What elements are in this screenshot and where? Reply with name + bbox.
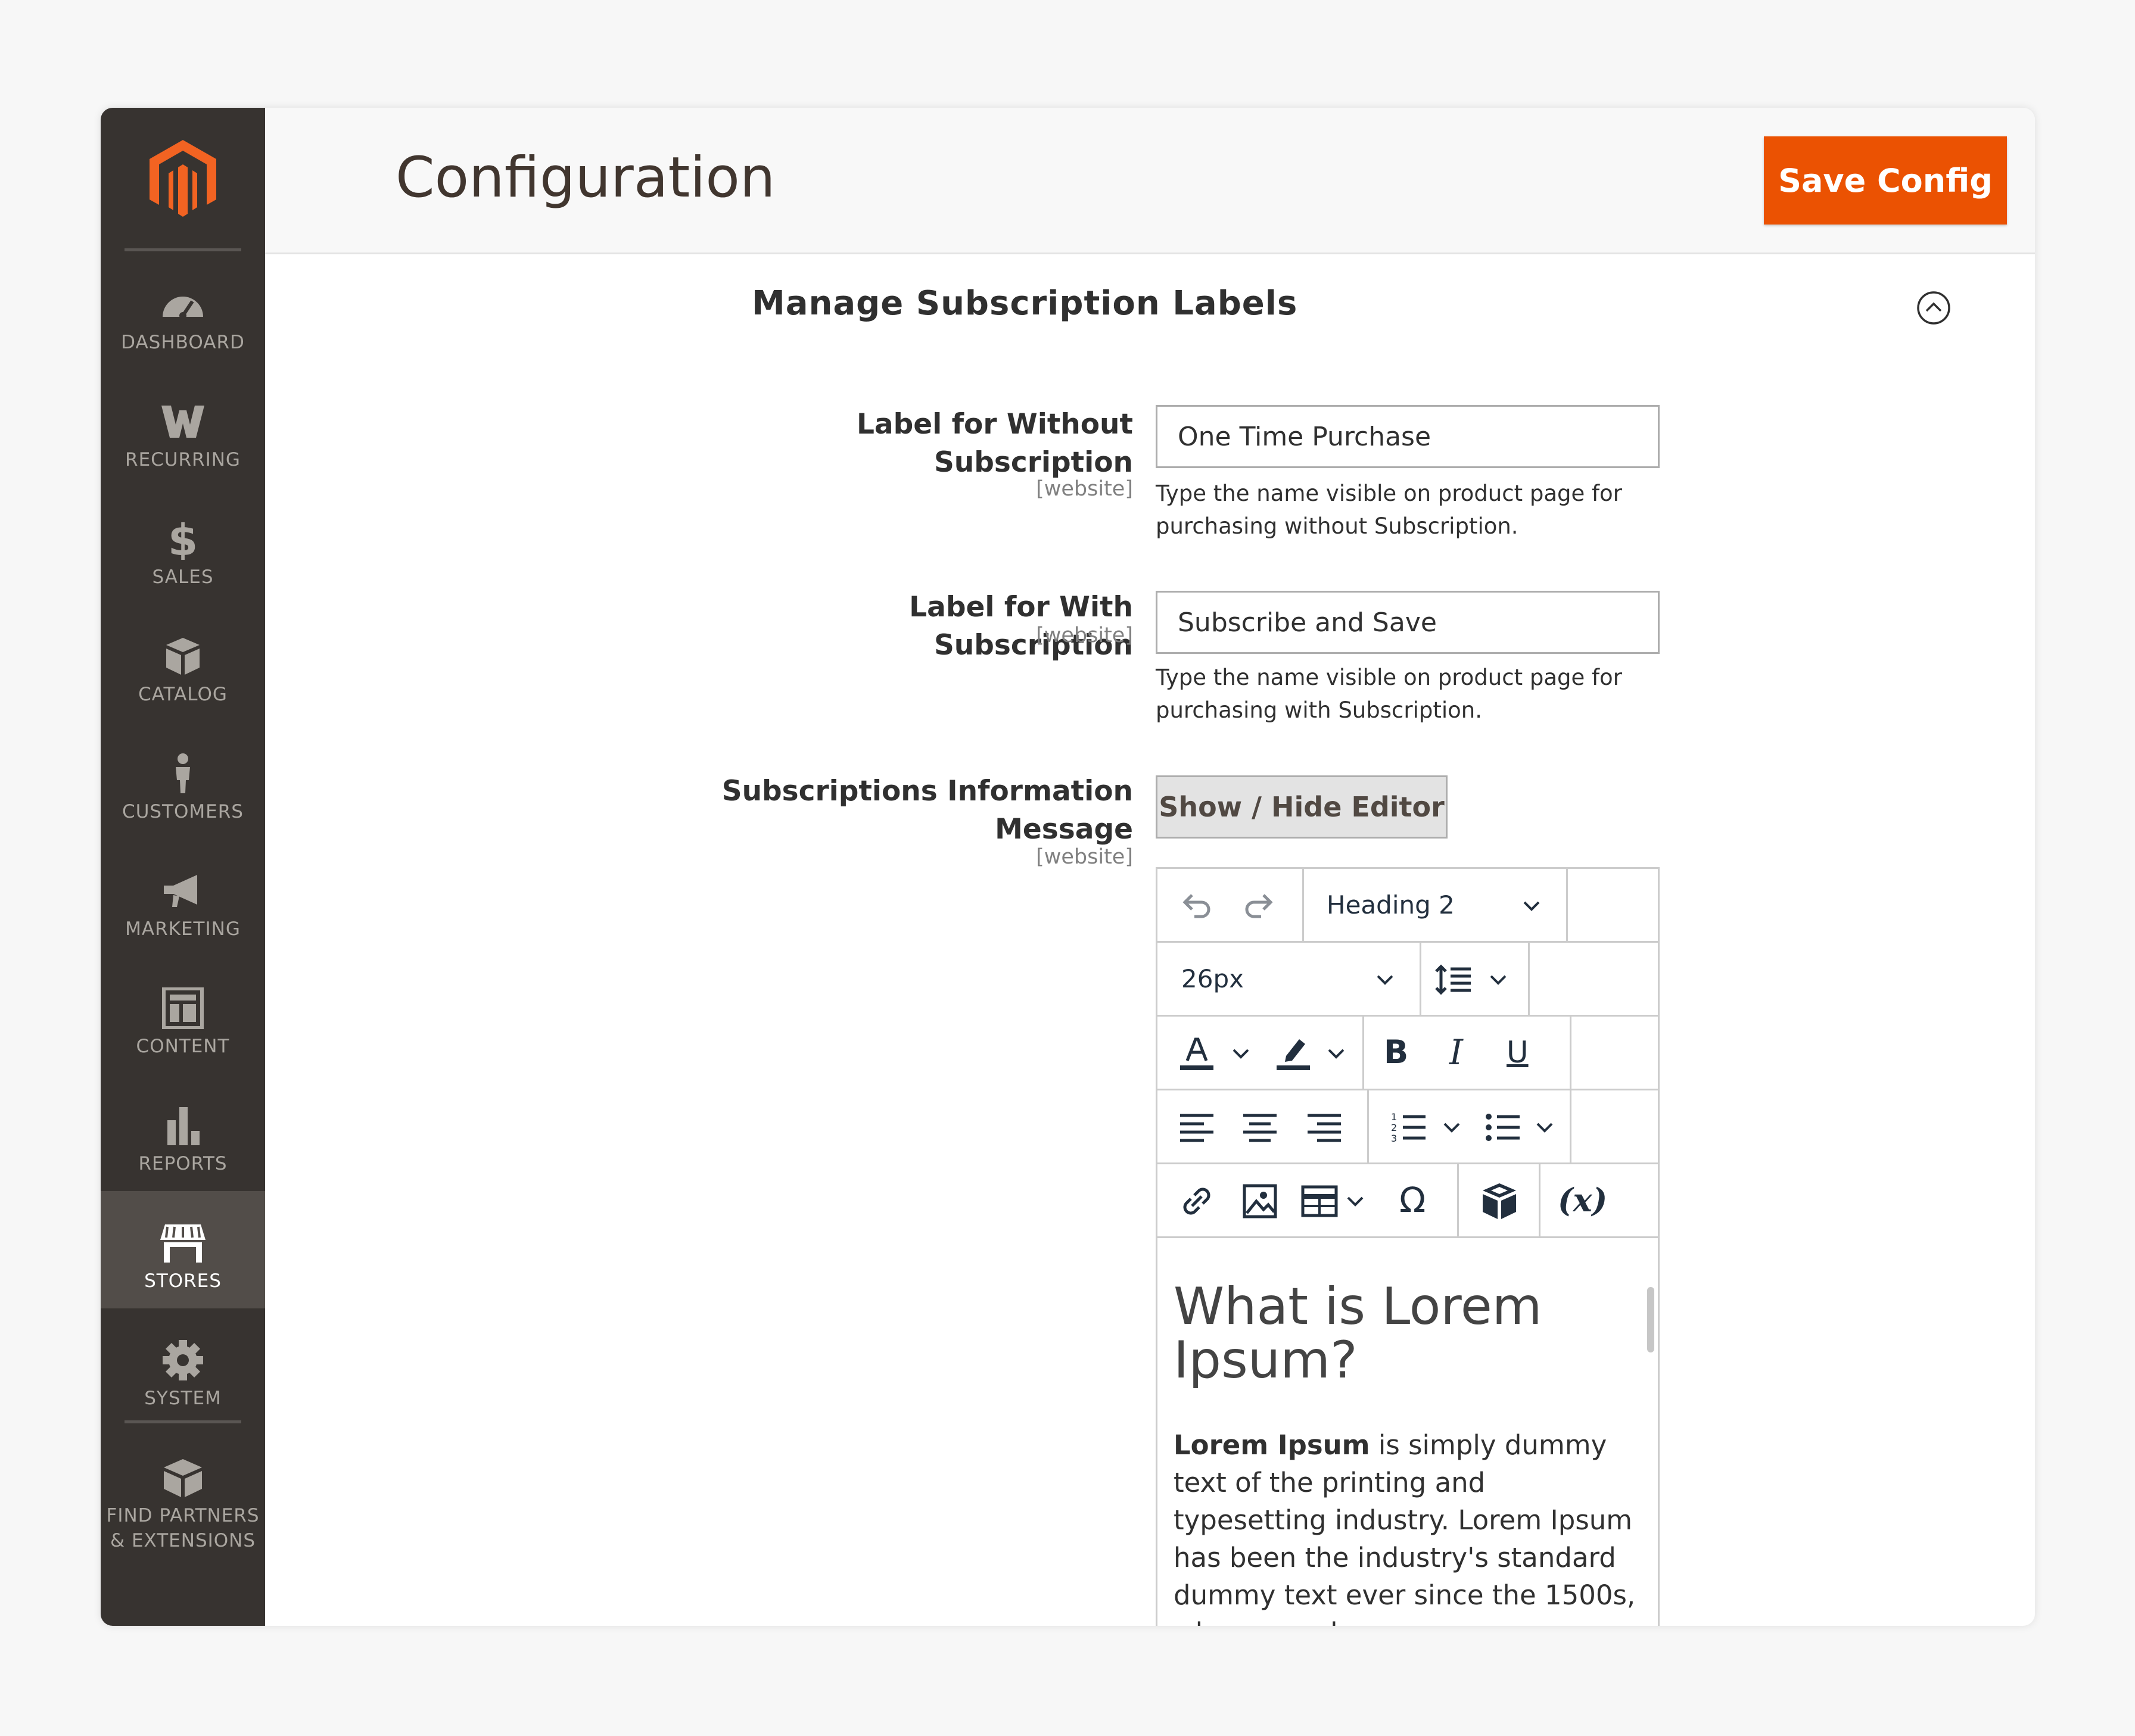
box-icon bbox=[166, 638, 200, 675]
sidebar-item-reports[interactable]: REPORTS bbox=[101, 1074, 265, 1191]
sidebar-divider bbox=[125, 1420, 241, 1423]
sidebar-item-label: CONTENT bbox=[136, 1036, 230, 1057]
italic-button[interactable]: I bbox=[1449, 1032, 1463, 1073]
chevron-down-icon[interactable] bbox=[1325, 1043, 1347, 1064]
with-subscription-input[interactable] bbox=[1156, 591, 1660, 654]
svg-text:3: 3 bbox=[1391, 1133, 1397, 1144]
scope-badge: [website] bbox=[1036, 477, 1133, 501]
section-title[interactable]: Manage Subscription Labels bbox=[752, 284, 1297, 323]
block-format-value: Heading 2 bbox=[1327, 890, 1455, 920]
link-icon[interactable] bbox=[1177, 1181, 1217, 1221]
chevron-down-icon[interactable] bbox=[1441, 1117, 1462, 1138]
editor-paragraph: Lorem Ipsum is simply dummy text of the … bbox=[1174, 1429, 1636, 1626]
without-subscription-input[interactable] bbox=[1156, 405, 1660, 468]
image-icon[interactable] bbox=[1240, 1181, 1280, 1221]
chevron-down-icon[interactable] bbox=[1230, 1043, 1252, 1064]
sidebar: DASHBOARD RECURRING $ SALES CATALOG CUST… bbox=[101, 108, 265, 1626]
magento-logo-icon[interactable] bbox=[146, 138, 220, 221]
highlight-color-icon[interactable] bbox=[1273, 1033, 1314, 1074]
person-icon bbox=[176, 753, 190, 793]
save-config-button[interactable]: Save Config bbox=[1764, 136, 2007, 225]
sidebar-item-label: CUSTOMERS bbox=[122, 801, 244, 822]
numbered-list-icon[interactable]: 1 2 3 bbox=[1389, 1107, 1429, 1148]
sidebar-item-content[interactable]: CONTENT bbox=[101, 956, 265, 1074]
widget-cube-icon[interactable] bbox=[1479, 1181, 1520, 1221]
undo-icon[interactable] bbox=[1174, 886, 1215, 926]
align-right-icon[interactable] bbox=[1304, 1107, 1345, 1148]
align-center-icon[interactable] bbox=[1240, 1107, 1280, 1148]
svg-text:1: 1 bbox=[1391, 1111, 1397, 1123]
show-hide-editor-button[interactable]: Show / Hide Editor bbox=[1156, 775, 1448, 839]
chevron-down-icon bbox=[1377, 975, 1393, 985]
editor-heading: What is Lorem Ipsum? bbox=[1174, 1277, 1542, 1390]
dashboard-icon bbox=[163, 297, 203, 319]
underline-button[interactable]: U bbox=[1507, 1032, 1529, 1073]
bold-button[interactable]: B bbox=[1384, 1032, 1408, 1073]
sidebar-item-label: RECURRING bbox=[125, 449, 241, 470]
layout-icon bbox=[162, 987, 204, 1029]
insert-variable-button[interactable]: (x) bbox=[1558, 1180, 1607, 1220]
sidebar-item-find-partners[interactable]: FIND PARTNERS & EXTENSIONS bbox=[101, 1426, 265, 1575]
editor-scrollbar[interactable] bbox=[1647, 1287, 1654, 1352]
gear-icon bbox=[163, 1340, 203, 1380]
editor-toolbar-row: 1 2 3 bbox=[1157, 1090, 1658, 1164]
chevron-down-icon[interactable] bbox=[1534, 1117, 1555, 1138]
sidebar-item-dashboard[interactable]: DASHBOARD bbox=[101, 253, 265, 370]
redo-icon[interactable] bbox=[1241, 886, 1281, 926]
field-hint: Type the name visible on product page fo… bbox=[1156, 481, 1622, 539]
field-hint: Type the name visible on product page fo… bbox=[1156, 665, 1622, 723]
sidebar-item-stores[interactable]: STORES bbox=[101, 1191, 265, 1308]
align-left-icon[interactable] bbox=[1177, 1107, 1217, 1148]
sidebar-item-label: DASHBOARD bbox=[121, 332, 245, 353]
sidebar-item-label: CATALOG bbox=[138, 684, 228, 705]
sidebar-item-label: SYSTEM bbox=[144, 1388, 222, 1409]
sidebar-item-customers[interactable]: CUSTOMERS bbox=[101, 722, 265, 839]
sidebar-item-marketing[interactable]: MARKETING bbox=[101, 839, 265, 956]
bar-chart-icon bbox=[167, 1107, 200, 1145]
scope-badge: [website] bbox=[1036, 624, 1133, 647]
admin-card: DASHBOARD RECURRING $ SALES CATALOG CUST… bbox=[101, 108, 2035, 1626]
sidebar-item-label: REPORTS bbox=[138, 1153, 228, 1174]
label-without-subscription: Label for Without Subscription bbox=[856, 408, 1133, 479]
chevron-down-icon[interactable] bbox=[1487, 969, 1509, 990]
sidebar-item-label: MARKETING bbox=[125, 918, 241, 940]
page-header: Configuration Save Config bbox=[265, 108, 2035, 254]
editor-toolbar-row: 26px bbox=[1157, 943, 1658, 1017]
sidebar-item-label: FIND PARTNERS bbox=[106, 1505, 260, 1526]
editor-toolbar-row: Heading 2 bbox=[1157, 869, 1658, 943]
sidebar-item-label: STORES bbox=[144, 1270, 222, 1292]
page-title: Configuration bbox=[396, 145, 776, 210]
editor-toolbar-row: B I U bbox=[1157, 1017, 1658, 1090]
sidebar-item-system[interactable]: SYSTEM bbox=[101, 1308, 265, 1426]
scope-badge: [website] bbox=[1036, 845, 1133, 869]
wysiwyg-editor: Heading 2 26px B I U 1 2 3 Ω (x) What is… bbox=[1156, 867, 1660, 1626]
store-icon bbox=[160, 1224, 206, 1263]
sidebar-item-label-line2: & EXTENSIONS bbox=[110, 1530, 256, 1551]
svg-text:2: 2 bbox=[1391, 1122, 1397, 1133]
table-icon[interactable] bbox=[1299, 1181, 1340, 1221]
chevron-down-icon[interactable] bbox=[1345, 1190, 1366, 1212]
cube-icon bbox=[164, 1459, 202, 1497]
sidebar-item-label: SALES bbox=[152, 566, 214, 588]
editor-content[interactable]: What is Lorem Ipsum? Lorem Ipsum is simp… bbox=[1174, 1280, 1638, 1626]
collapse-chevron-up-icon[interactable] bbox=[1916, 290, 1952, 326]
chevron-down-icon bbox=[1523, 901, 1540, 911]
special-character-button[interactable]: Ω bbox=[1399, 1180, 1426, 1220]
sidebar-divider bbox=[125, 248, 241, 251]
editor-toolbar-row: Ω (x) bbox=[1157, 1164, 1658, 1238]
line-height-icon[interactable] bbox=[1433, 959, 1473, 1000]
sidebar-item-recurring[interactable]: RECURRING bbox=[101, 370, 265, 487]
dollar-icon: $ bbox=[168, 518, 198, 560]
font-size-value: 26px bbox=[1181, 964, 1244, 993]
label-subscriptions-information-message: Subscriptions Information Message bbox=[721, 775, 1133, 846]
megaphone-icon bbox=[164, 875, 197, 907]
svg-text:$: $ bbox=[168, 518, 198, 560]
text-color-icon[interactable] bbox=[1177, 1033, 1217, 1074]
bullet-list-icon[interactable] bbox=[1483, 1107, 1523, 1148]
sidebar-item-catalog[interactable]: CATALOG bbox=[101, 604, 265, 722]
sidebar-item-sales[interactable]: $ SALES bbox=[101, 487, 265, 604]
recurring-icon bbox=[161, 406, 204, 438]
